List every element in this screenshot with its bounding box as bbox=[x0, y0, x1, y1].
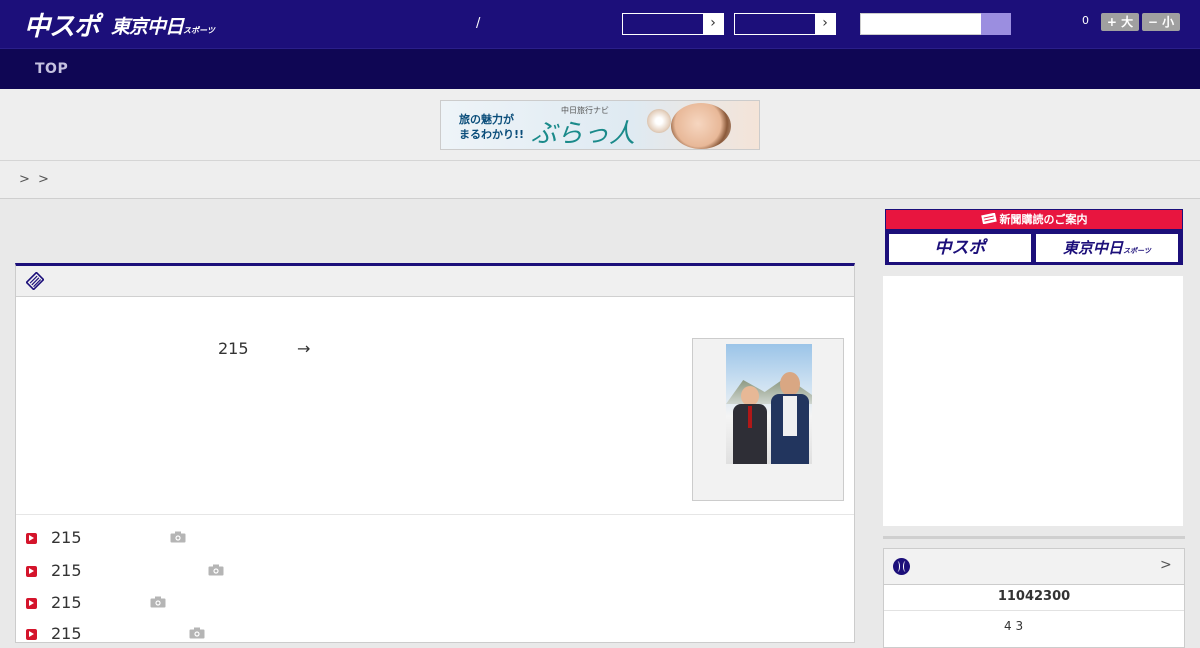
person-head bbox=[780, 372, 800, 396]
list-item[interactable]: 215 bbox=[16, 561, 854, 585]
breadcrumb: > > bbox=[0, 161, 1200, 199]
play-bullet-icon bbox=[26, 566, 37, 577]
list-item-text[interactable]: 215 bbox=[51, 624, 82, 643]
font-size-count: 0 bbox=[1082, 14, 1089, 27]
select-value bbox=[623, 14, 703, 34]
score-date: 11042300 bbox=[997, 589, 1071, 604]
shell-image bbox=[647, 109, 671, 133]
baseball-icon bbox=[893, 558, 910, 575]
category-select-2[interactable]: › bbox=[734, 13, 836, 35]
article-box-header bbox=[16, 266, 854, 297]
breadcrumb-separator: > bbox=[38, 172, 49, 187]
article-box: 215 → 215 215 215 215 bbox=[15, 263, 855, 643]
divider bbox=[883, 536, 1185, 539]
list-item[interactable]: 215 bbox=[16, 593, 854, 617]
newspaper-icon bbox=[980, 212, 997, 225]
subscription-box: 新聞購読のご案内 中スポ 東京中日スポーツ bbox=[885, 209, 1183, 265]
subscribe-tokyo-chunichi-button[interactable]: 東京中日スポーツ bbox=[1036, 234, 1178, 262]
date-separator: / bbox=[476, 16, 481, 31]
logo-sub-small: スポーツ bbox=[183, 26, 215, 35]
chunichi-sports-logo[interactable]: 中スポ bbox=[24, 6, 100, 43]
camera-icon bbox=[170, 531, 186, 543]
camera-icon bbox=[189, 627, 205, 639]
select-value bbox=[735, 14, 815, 34]
score-box-header: > bbox=[884, 549, 1184, 585]
sidebar-ad-slot[interactable] bbox=[883, 276, 1183, 526]
lead-arrow[interactable]: → bbox=[297, 339, 310, 358]
play-bullet-icon bbox=[26, 598, 37, 609]
list-item[interactable]: 215 bbox=[16, 528, 854, 552]
person-shirt bbox=[783, 396, 797, 436]
article-thumbnail-frame[interactable] bbox=[692, 338, 844, 501]
ad-brand-text: ぶらっ人 bbox=[531, 119, 636, 149]
person-tie bbox=[748, 406, 752, 428]
ad-text-line1: 旅の魅力が bbox=[459, 113, 514, 126]
subscription-heading-text: 新聞購読のご案内 bbox=[999, 213, 1088, 226]
subscribe-tokyo-text: 東京中日 bbox=[1063, 239, 1124, 257]
article-photo bbox=[726, 344, 812, 464]
camera-icon bbox=[208, 564, 224, 576]
font-smaller-button[interactable]: − 小 bbox=[1142, 13, 1180, 31]
tokyo-chunichi-logo[interactable]: 東京中日スポーツ bbox=[111, 12, 215, 39]
category-select-1[interactable]: › bbox=[622, 13, 724, 35]
chevron-right-icon: › bbox=[710, 15, 716, 31]
game-score[interactable]: 4 3 bbox=[1004, 619, 1023, 633]
travel-ad-banner[interactable]: 旅の魅力が まるわかり!! 中日旅行ナビ ぶらっ人 bbox=[440, 100, 760, 150]
ad-text-line2: まるわかり!! bbox=[459, 128, 525, 141]
photo-person-right bbox=[770, 372, 810, 464]
nav-item-top[interactable]: TOP bbox=[35, 61, 68, 77]
person-head bbox=[741, 386, 759, 406]
search-button[interactable] bbox=[981, 13, 1011, 35]
newspaper-icon bbox=[26, 272, 44, 290]
site-header: 中スポ 東京中日スポーツ / › › 0 + 大 − 小 bbox=[0, 0, 1200, 48]
subscribe-chunichi-sports-button[interactable]: 中スポ bbox=[889, 234, 1031, 262]
divider bbox=[16, 514, 854, 515]
list-item-text[interactable]: 215 bbox=[51, 593, 82, 612]
subscription-heading: 新聞購読のご案内 bbox=[886, 210, 1182, 229]
breadcrumb-separator: > bbox=[19, 172, 30, 187]
play-bullet-icon bbox=[26, 629, 37, 640]
divider bbox=[884, 610, 1184, 611]
baseball-score-box: > 11042300 4 3 bbox=[883, 548, 1185, 648]
list-item-text[interactable]: 215 bbox=[51, 528, 82, 547]
chevron-right-icon: › bbox=[822, 15, 828, 31]
photo-person-left bbox=[732, 386, 768, 464]
score-more-link[interactable]: > bbox=[1160, 557, 1172, 573]
play-bullet-icon bbox=[26, 533, 37, 544]
logo-sub-text: 東京中日 bbox=[111, 16, 184, 38]
main-nav: TOP bbox=[0, 48, 1200, 89]
list-item[interactable]: 215 bbox=[16, 624, 854, 648]
list-item-text[interactable]: 215 bbox=[51, 561, 82, 580]
font-larger-button[interactable]: + 大 bbox=[1101, 13, 1139, 31]
camera-icon bbox=[150, 596, 166, 608]
woman-photo bbox=[671, 103, 731, 149]
subscribe-tokyo-small: スポーツ bbox=[1123, 247, 1151, 255]
lead-number: 215 bbox=[218, 339, 249, 358]
